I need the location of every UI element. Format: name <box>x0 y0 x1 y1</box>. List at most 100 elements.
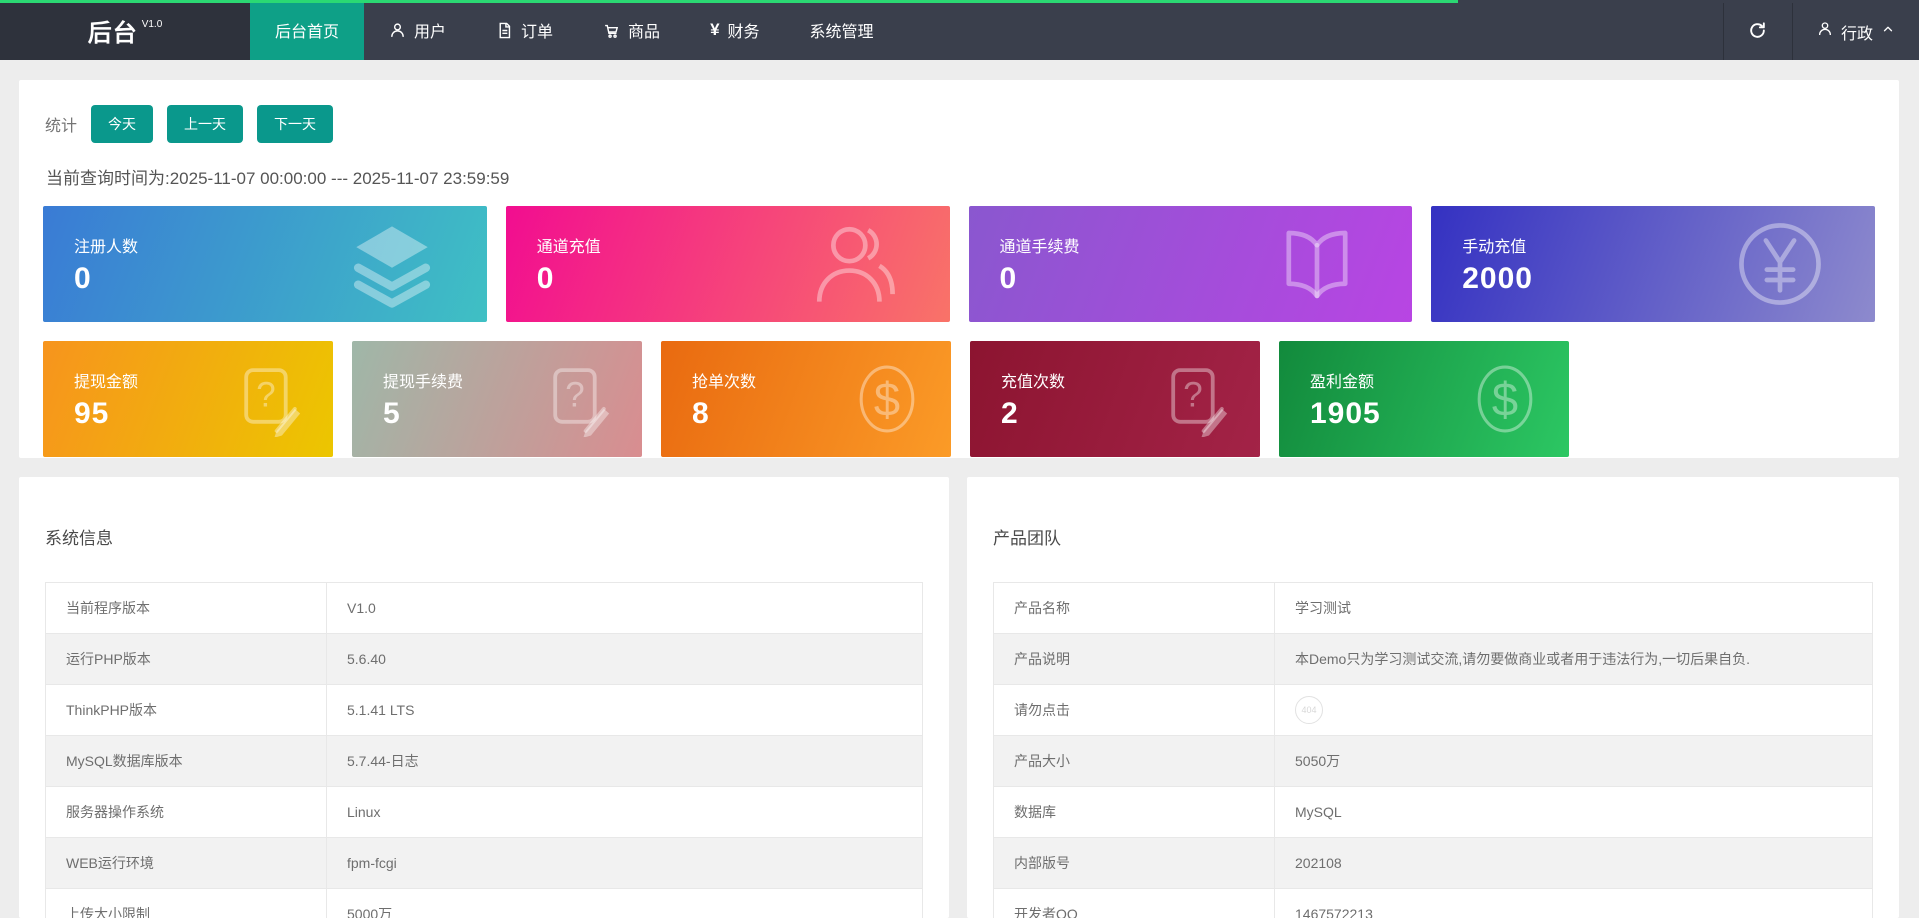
refresh-icon <box>1748 21 1767 43</box>
table-row: 产品名称 学习测试 <box>993 582 1873 634</box>
dollar-circle-icon: $ <box>849 361 925 437</box>
row-label: 上传大小限制 <box>45 888 327 918</box>
nav-item-4[interactable]: ¥ 财务 <box>685 0 784 60</box>
stat-cards-row-1: 注册人数 0 通道充值 0 通道手续费 0 手动充值 2000 <box>43 206 1875 322</box>
row-label: 开发者QQ <box>993 888 1275 918</box>
404-badge[interactable]: 404 <box>1295 696 1323 724</box>
stats-label: 统计 <box>45 117 78 135</box>
row-label: 服务器操作系统 <box>45 786 327 838</box>
nav-item-2[interactable]: 订单 <box>471 0 578 60</box>
row-value: 5.1.41 LTS <box>326 684 923 736</box>
table-row: WEB运行环境 fpm-fcgi <box>45 837 923 889</box>
row-value: 5050万 <box>1274 735 1873 787</box>
cart-icon <box>603 22 620 39</box>
stat-card-cards_row1-0: 注册人数 0 <box>43 206 487 322</box>
range-button-2[interactable]: 下一天 <box>257 104 334 143</box>
system-info-panel: 系统信息 当前程序版本 V1.0 运行PHP版本 5.6.40 ThinkPHP版本 5.… <box>19 477 949 918</box>
stat-card-cards_row2-2: 抢单次数 8 $ <box>661 341 951 457</box>
nav-item-3[interactable]: 商品 <box>578 0 685 60</box>
row-label: 运行PHP版本 <box>45 633 327 685</box>
doc-question-icon: ? <box>231 361 307 438</box>
stat-card-cards_row2-4: 盈利金额 1905 $ <box>1279 341 1569 457</box>
system-info-table: 当前程序版本 V1.0 运行PHP版本 5.6.40 ThinkPHP版本 5.1.41 … <box>45 582 923 918</box>
nav-item-label: 后台首页 <box>275 24 340 41</box>
date-range-buttons: 今天 上一天 下一天 <box>77 104 334 143</box>
stat-card-cards_row1-3: 手动充值 2000 <box>1431 206 1875 322</box>
svg-text:$: $ <box>1492 373 1518 426</box>
table-row: 产品大小 5050万 <box>993 735 1873 787</box>
navbar-right-controls: 行政 <box>1722 3 1919 60</box>
yen-icon: ¥ <box>710 20 720 39</box>
chevron-up-icon <box>1881 22 1895 41</box>
row-label: 数据库 <box>993 786 1275 838</box>
row-value: 404 <box>1274 684 1873 736</box>
row-label: WEB运行环境 <box>45 837 327 889</box>
row-label: 产品大小 <box>993 735 1275 787</box>
stat-card-cards_row2-1: 提现手续费 5? <box>352 341 642 457</box>
table-row: ThinkPHP版本 5.1.41 LTS <box>45 684 923 736</box>
range-button-1[interactable]: 上一天 <box>167 104 244 143</box>
row-label: 当前程序版本 <box>45 582 327 634</box>
row-label: 内部版号 <box>993 837 1275 889</box>
progress-bar <box>0 0 1458 3</box>
svg-text:?: ? <box>1183 376 1202 415</box>
file-icon <box>496 22 513 39</box>
row-label: 产品说明 <box>993 633 1275 685</box>
refresh-button[interactable] <box>1724 3 1792 60</box>
row-value: MySQL <box>1274 786 1873 838</box>
app-title: 后台 <box>87 19 138 47</box>
stats-header: 统计 今天 上一天 下一天 <box>45 104 1899 143</box>
stat-card-cards_row1-1: 通道充值 0 <box>505 206 950 322</box>
book-icon <box>1270 217 1364 311</box>
table-row: 内部版号 202108 <box>993 837 1873 889</box>
nav-item-label: 订单 <box>521 24 554 41</box>
doc-question-icon: ? <box>1158 361 1234 438</box>
app-logo[interactable]: 后台 V1.0 <box>0 0 250 60</box>
table-row: 服务器操作系统 Linux <box>45 786 923 838</box>
nav-item-label: 财务 <box>727 24 760 41</box>
table-row: 产品说明 本Demo只为学习测试交流,请勿要做商业或者用于违法行为,一切后果自负. <box>993 633 1873 685</box>
user-name: 行政 <box>1840 25 1873 43</box>
layers-icon <box>345 217 439 311</box>
table-row: 当前程序版本 V1.0 <box>45 582 923 634</box>
stat-cards-row-2: 提现金额 95? 提现手续费 5? 抢单次数 8 $ 充值次数 2? 盈利金额 1905 $ <box>43 341 1875 457</box>
system-info-title: 系统信息 <box>45 529 113 548</box>
product-team-title: 产品团队 <box>993 529 1061 548</box>
nav-item-0[interactable]: 后台首页 <box>250 0 365 60</box>
row-value: Linux <box>326 786 923 838</box>
table-row: 上传大小限制 5000万 <box>45 888 923 918</box>
main-nav: 后台首页 用户 订单 商品 ¥ 财务 系统管理 <box>250 0 899 60</box>
row-value: 5.7.44-日志 <box>326 735 923 787</box>
people-icon <box>808 217 902 311</box>
table-row: 数据库 MySQL <box>993 786 1873 838</box>
dollar-circle-icon: $ <box>1467 361 1543 437</box>
app-version: V1.0 <box>141 18 163 30</box>
product-team-table: 产品名称 学习测试 产品说明 本Demo只为学习测试交流,请勿要做商业或者用于违法行为… <box>993 582 1873 918</box>
nav-item-5[interactable]: 系统管理 <box>785 0 899 60</box>
stat-card-cards_row2-0: 提现金额 95? <box>43 341 333 457</box>
row-value: 学习测试 <box>1274 582 1873 634</box>
svg-text:$: $ <box>874 373 900 426</box>
stat-card-cards_row2-3: 充值次数 2? <box>970 341 1260 457</box>
row-value: 本Demo只为学习测试交流,请勿要做商业或者用于违法行为,一切后果自负. <box>1274 633 1873 685</box>
row-value: V1.0 <box>326 582 923 634</box>
user-icon <box>389 22 406 39</box>
row-value: 1467572213 <box>1274 888 1873 918</box>
user-icon <box>1817 21 1833 42</box>
table-row: 开发者QQ 1467572213 <box>993 888 1873 918</box>
table-row: 运行PHP版本 5.6.40 <box>45 633 923 685</box>
nav-item-label: 用户 <box>414 24 447 41</box>
row-label: 产品名称 <box>993 582 1275 634</box>
row-label: ThinkPHP版本 <box>45 684 327 736</box>
product-team-panel: 产品团队 产品名称 学习测试 产品说明 本Demo只为学习测试交流,请勿要做商业或者用… <box>967 477 1899 918</box>
yen-circle-icon <box>1733 217 1827 311</box>
row-value: 202108 <box>1274 837 1873 889</box>
range-button-0[interactable]: 今天 <box>91 104 154 143</box>
doc-question-icon: ? <box>540 361 616 438</box>
nav-item-label: 系统管理 <box>809 24 874 41</box>
top-navbar: 后台 V1.0 后台首页 用户 订单 商品 ¥ 财务 系统管理 行政 <box>0 0 1919 60</box>
row-label: 请勿点击 <box>993 684 1275 736</box>
stats-panel: 统计 今天 上一天 下一天 当前查询时间为:2025-11-07 00:00:00 … <box>19 80 1899 458</box>
nav-item-1[interactable]: 用户 <box>364 0 471 60</box>
user-menu-button[interactable]: 行政 <box>1793 3 1919 60</box>
